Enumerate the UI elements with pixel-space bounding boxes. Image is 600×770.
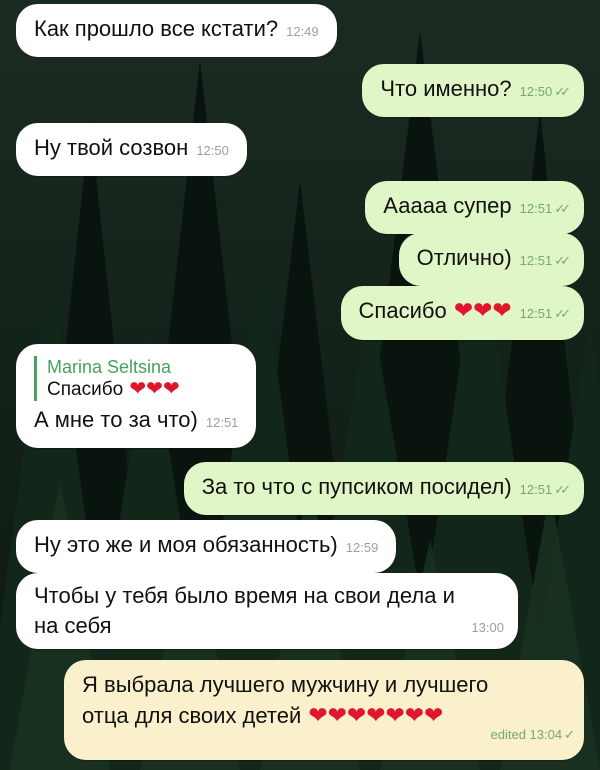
message-text: Ну это же и моя обязанность) [34, 532, 338, 557]
message-text: Ааааа супер [383, 193, 512, 218]
double-check-icon: ✓✓ [554, 201, 571, 216]
message-bubble-outgoing[interactable]: Что именно? 12:50 ✓✓ [362, 64, 584, 117]
message-text: А мне то за что) [34, 407, 198, 432]
message-text: За то что с пупсиком посидел) [201, 474, 512, 499]
message-text-line: Я выбрала лучшего мужчину и лучшего [82, 672, 489, 697]
message-time: 12:51 [519, 201, 553, 216]
message-time: 12:51 [205, 415, 239, 430]
heart-emoji: ❤❤❤ [453, 297, 512, 323]
message-bubble-incoming[interactable]: Ну твой созвон 12:50 [16, 123, 247, 176]
message-list[interactable]: Как прошло все кстати? 12:49 Что именно? 1… [0, 0, 600, 770]
double-check-icon: ✓✓ [554, 306, 571, 321]
message-meta: edited 13:04 ✓ [483, 717, 575, 750]
message-bubble-outgoing[interactable]: Отлично) 12:51 ✓✓ [398, 233, 584, 286]
message-time: 13:00 [471, 620, 504, 635]
message-text: Ну твой созвон [34, 135, 189, 160]
message-bubble-outgoing-edited[interactable]: Я выбрала лучшего мужчину и лучшего отца… [64, 660, 584, 760]
message-text: Отлично) [416, 245, 512, 270]
message-time: 12:50 [196, 143, 229, 158]
message-bubble-incoming[interactable]: Чтобы у тебя было время на свои дела и н… [16, 573, 518, 649]
message-time: 12:59 [345, 540, 379, 555]
double-check-icon: ✓✓ [554, 482, 571, 497]
reply-text: Спасибо ❤❤❤ [47, 378, 238, 401]
reply-author: Marina Seltsina [47, 357, 172, 377]
message-bubble-incoming[interactable]: Ну это же и моя обязанность) 12:59 [16, 520, 397, 573]
heart-emoji: ❤❤❤❤❤❤❤ [308, 702, 444, 728]
message-bubble-outgoing[interactable]: Ааааа супер 12:51 ✓✓ [365, 181, 584, 234]
message-bubble-reply[interactable]: Marina Seltsina Спасибо ❤❤❤ А мне то за … [16, 344, 257, 448]
message-time: 12:51 [519, 482, 553, 497]
message-time: edited 13:04 [490, 727, 563, 742]
reply-text-label: Спасибо [47, 379, 124, 400]
message-time: 12:51 [519, 306, 553, 321]
double-check-icon: ✓✓ [554, 84, 571, 99]
message-text-line: Чтобы у тебя было время на свои дела и [34, 583, 455, 608]
message-bubble-outgoing[interactable]: За то что с пупсиком посидел) 12:51 ✓✓ [183, 462, 584, 515]
double-check-icon: ✓✓ [554, 253, 571, 268]
message-text: отца для своих детей [82, 703, 302, 728]
heart-emoji: ❤❤❤ [129, 378, 180, 400]
message-text: Спасибо [358, 298, 447, 323]
message-text: Что именно? [380, 76, 512, 101]
message-time: 12:49 [286, 24, 319, 39]
message-bubble-incoming[interactable]: Как прошло все кстати? 12:49 [16, 4, 337, 57]
message-bubble-outgoing[interactable]: Спасибо ❤❤❤ 12:51 ✓✓ [340, 286, 584, 340]
reply-quote[interactable]: Marina Seltsina Спасибо ❤❤❤ [34, 356, 238, 401]
message-text: Как прошло все кстати? [34, 16, 279, 41]
single-check-icon: ✓ [564, 727, 575, 742]
message-time: 12:50 [519, 84, 553, 99]
message-time: 12:51 [519, 253, 553, 268]
message-text-line: на себя [34, 613, 112, 638]
